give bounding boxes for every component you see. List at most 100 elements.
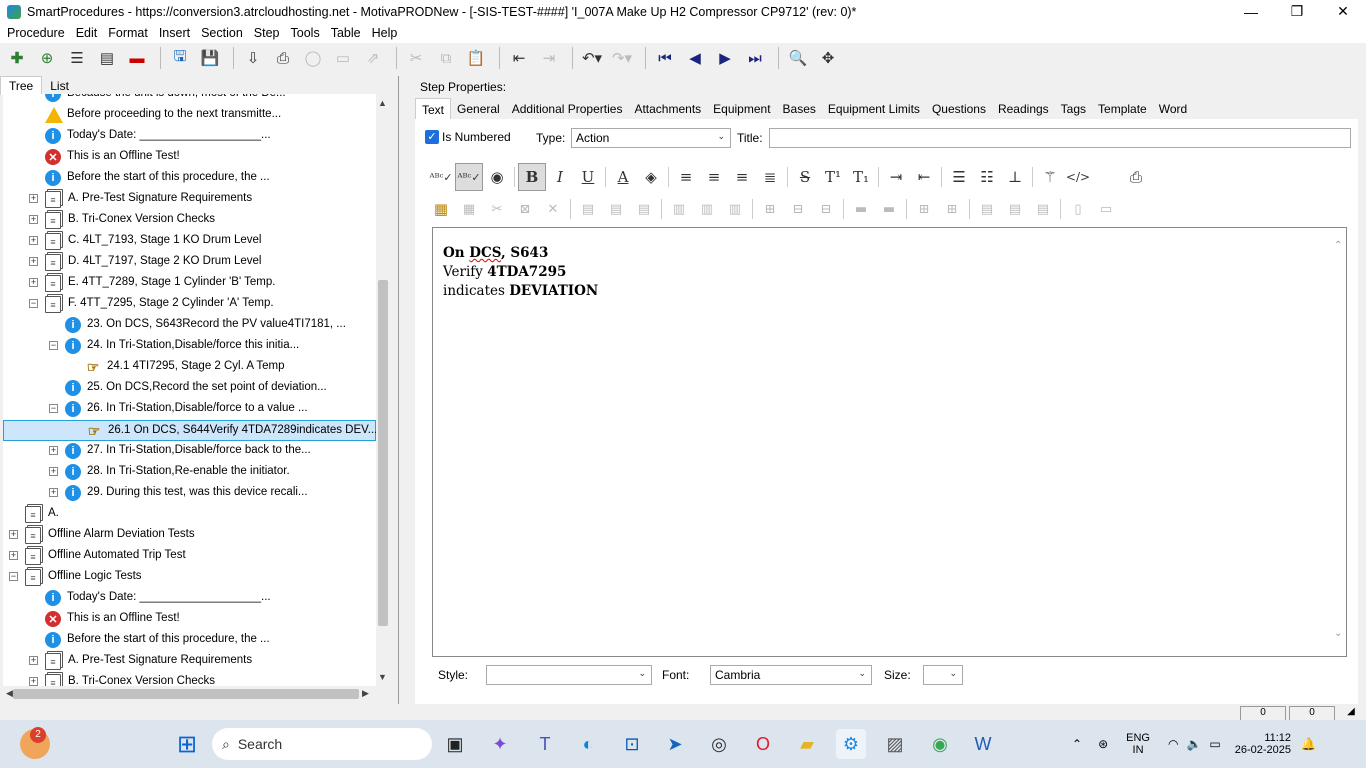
spellcheck-icon[interactable]: ᴬᴮᶜ✓ [427,163,455,191]
smartprocedures-taskbar-icon[interactable]: ⚙ [836,729,866,759]
frame-icon[interactable]: ▭ [330,45,356,71]
cut-icon[interactable]: ✂ [403,45,429,71]
font-color-icon[interactable]: A [609,163,637,191]
tab-equipment[interactable]: Equipment [707,98,776,120]
save-icon[interactable]: 💾 [197,45,223,71]
store-icon[interactable]: ⊡ [617,729,647,759]
add-icon[interactable]: ✚ [4,45,30,71]
tab-readings[interactable]: Readings [992,98,1055,120]
tab-attachments[interactable]: Attachments [628,98,707,120]
table-border-icon[interactable]: ⊞ [910,195,938,223]
tree-row[interactable]: i 25. On DCS,Record the set point of devi… [3,378,376,399]
menu-insert[interactable]: Insert [155,26,194,40]
tree-row[interactable]: − ≡ F. 4TT_7295, Stage 2 Cylinder 'A' Temp… [3,294,376,315]
network-status-icon[interactable]: ⊛ [1098,737,1108,751]
increase-indent-icon[interactable]: ⇥ [882,163,910,191]
tree-row[interactable]: + i 29. During this test, was this device … [3,483,376,504]
menu-edit[interactable]: Edit [72,26,102,40]
chevron-up-icon[interactable]: ⌃ [1072,737,1082,751]
tree-row[interactable]: + ≡ A. Pre-Test Signature Requirements [3,189,376,210]
split-row-icon[interactable]: ⊟ [812,195,840,223]
collapse-icon[interactable]: − [9,572,18,581]
teams-icon[interactable]: T [530,729,560,759]
expand-icon[interactable]: + [29,656,38,665]
menu-tools[interactable]: Tools [287,26,324,40]
tree-row[interactable]: i Today's Date: ___________________... [3,588,376,609]
contacts-icon[interactable]: ▨ [880,729,910,759]
tree-row[interactable]: i Before the start of this procedure, the… [3,630,376,651]
highlight-icon[interactable]: ◈ [637,163,665,191]
last-icon[interactable]: ⏭ [742,45,768,71]
cell-align-right-icon[interactable]: ▤ [1029,195,1057,223]
align-center-icon[interactable]: ≡ [700,163,728,191]
numbered-list-icon[interactable]: ☷ [973,163,1001,191]
table-align-icon[interactable]: ⊞ [938,195,966,223]
color-wheel-icon[interactable]: ◉ [483,163,511,191]
tab-additional-properties[interactable]: Additional Properties [506,98,629,120]
strikethrough-icon[interactable]: S [791,163,819,191]
decrease-indent-icon[interactable]: ⇤ [910,163,938,191]
expand-icon[interactable]: + [49,446,58,455]
tree-row[interactable]: Before proceeding to the next transmitte… [3,105,376,126]
expand-icon[interactable]: + [29,236,38,245]
editor-content[interactable]: On DCS, S643 Verify 4TDA7295 indicates DEV… [443,244,598,301]
superscript-icon[interactable]: T¹ [819,163,847,191]
menu-format[interactable]: Format [104,26,152,40]
expand-icon[interactable]: + [29,278,38,287]
type-select[interactable]: Action ⌄ [571,128,731,148]
paste-icon[interactable]: 📋 [463,45,489,71]
tree-row[interactable]: + i 28. In Tri-Station,Re-enable the initi… [3,462,376,483]
remove-icon[interactable]: ▬ [124,45,150,71]
editor-scroll-up-icon[interactable]: ⌃ [1334,240,1342,251]
collapse-icon[interactable]: − [49,341,58,350]
resize-grip-icon[interactable]: ◢ [1338,706,1364,720]
expand-icon[interactable]: + [29,215,38,224]
tree-row[interactable]: ≡ A. [3,504,376,525]
tree-row[interactable]: − i 26. In Tri-Station,Disable/force to a … [3,399,376,420]
tree-row[interactable]: − i 24. In Tri-Station,Disable/force this … [3,336,376,357]
row-height-icon[interactable]: ▭ [1092,195,1120,223]
size-select[interactable]: ⌄ [923,665,963,685]
col-right-icon[interactable]: ▥ [693,195,721,223]
expand-icon[interactable]: + [9,530,18,539]
menu-table[interactable]: Table [327,26,365,40]
is-numbered-checkbox[interactable]: ✓ [425,130,439,144]
title-input[interactable] [769,128,1351,148]
tree-row[interactable]: − ≡ Offline Logic Tests [3,567,376,588]
expand-icon[interactable]: + [49,467,58,476]
row-below-icon[interactable]: ▤ [602,195,630,223]
insert-line-icon[interactable]: ⊥ [1001,163,1029,191]
tree-row[interactable]: + ≡ B. Tri-Conex Version Checks [3,672,376,686]
menu-help[interactable]: Help [368,26,402,40]
tree-row-selected[interactable]: ☞ 26.1 On DCS, S644Verify 4TDA7289indicat… [3,420,376,441]
expand-icon[interactable]: + [29,194,38,203]
first-icon[interactable]: ⏮ [652,45,678,71]
tab-tree[interactable]: Tree [0,76,43,95]
scroll-down-icon[interactable]: ▼ [378,672,387,682]
style-select[interactable]: ⌄ [486,665,652,685]
step-text-editor[interactable]: On DCS, S643 Verify 4TDA7295 indicates DEV… [432,227,1347,657]
tree-row[interactable]: + ≡ E. 4TT_7289, Stage 1 Cylinder 'B' Temp… [3,273,376,294]
column-width-icon[interactable]: ▯ [1064,195,1092,223]
outdent-icon[interactable]: ⇥ [536,45,562,71]
cell-split-icon[interactable]: ▬ [875,195,903,223]
language-indicator[interactable]: ENG IN [1126,732,1150,756]
delete-cell-icon[interactable]: ✕ [539,195,567,223]
expand-icon[interactable]: + [9,551,18,560]
align-left-icon[interactable]: ≡ [672,163,700,191]
procedure-tree[interactable]: i Because the unit is down, most of the D… [3,94,376,686]
tab-bases[interactable]: Bases [777,98,822,120]
menu-section[interactable]: Section [197,26,247,40]
volume-icon[interactable]: 🔈 [1186,737,1201,751]
scroll-right-icon[interactable]: ▶ [362,688,369,699]
app-arrow-icon[interactable]: ➤ [660,729,690,759]
tree-row[interactable]: ☞ 24.1 4TI7295, Stage 2 Cyl. A Temp [3,357,376,378]
add-child-icon[interactable]: ⊕ [34,45,60,71]
editor-line[interactable]: Verify 4TDA7295 [443,263,598,282]
row-above-icon[interactable]: ▤ [574,195,602,223]
merge-cells-icon[interactable]: ⊞ [756,195,784,223]
tree-row[interactable]: i Because the unit is down, most of the D… [3,94,376,105]
spellcheck-auto-icon[interactable]: ᴬᴮᶜ✓ [455,163,483,191]
editor-line[interactable]: On DCS, S643 [443,244,598,263]
tree-row[interactable]: + ≡ D. 4LT_7197, Stage 2 KO Drum Level [3,252,376,273]
